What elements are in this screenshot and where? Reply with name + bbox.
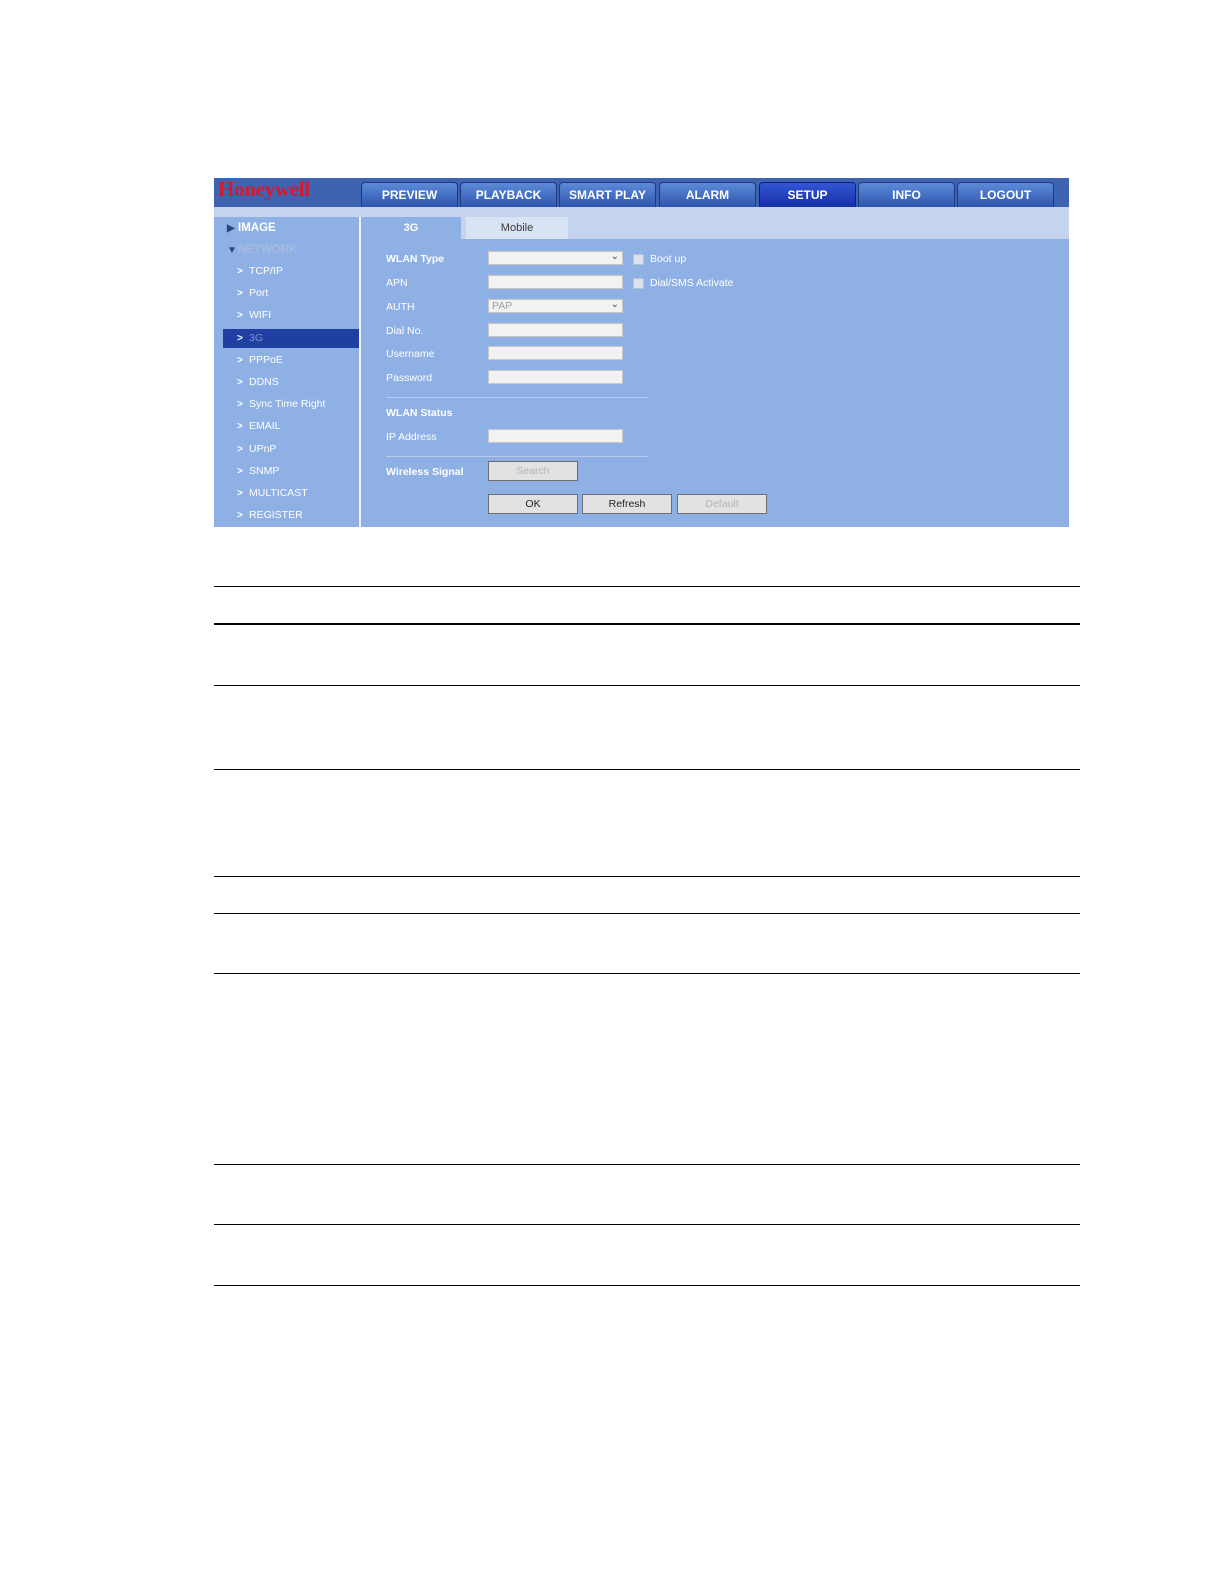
network-3g-settings-screenshot: Honeywell PREVIEW PLAYBACK SMART PLAY AL…: [214, 178, 1069, 527]
tab-logout[interactable]: LOGOUT: [957, 182, 1054, 207]
sidebar-section-label: NETWORK: [238, 244, 298, 256]
tab-smart-play[interactable]: SMART PLAY: [559, 182, 656, 207]
boot-up-checkbox[interactable]: [633, 254, 644, 265]
sidebar-item-label: WIFI: [249, 309, 272, 321]
sidebar-item-multicast[interactable]: > MULTICAST: [223, 484, 359, 503]
chevron-right-icon: >: [237, 266, 243, 277]
auth-select[interactable]: PAP ⌄: [488, 299, 623, 313]
wireless-signal-label: Wireless Signal: [386, 466, 464, 478]
dial-sms-activate-checkbox[interactable]: [633, 278, 644, 289]
chevron-right-icon: >: [237, 421, 243, 432]
table-rule: [214, 973, 1080, 974]
tab-preview[interactable]: PREVIEW: [361, 182, 458, 207]
auth-label: AUTH: [386, 301, 415, 313]
default-button[interactable]: Default: [677, 494, 767, 514]
triangle-right-icon: ▶: [227, 223, 235, 234]
sidebar-item-label: DDNS: [249, 376, 279, 388]
sidebar-section-image[interactable]: ▶ IMAGE: [227, 222, 276, 234]
sidebar-item-label: Port: [249, 287, 269, 299]
sidebar-item-tcpip[interactable]: > TCP/IP: [223, 262, 359, 281]
table-rule: [214, 1224, 1080, 1225]
subtab-3g[interactable]: 3G: [361, 217, 461, 239]
dial-no-input[interactable]: [488, 323, 623, 337]
sidebar-item-label: SNMP: [249, 465, 280, 477]
chevron-right-icon: >: [237, 466, 243, 477]
wlan-status-heading: WLAN Status: [386, 407, 453, 419]
dial-sms-activate-label: Dial/SMS Activate: [650, 277, 734, 289]
sidebar-item-snmp[interactable]: > SNMP: [223, 462, 359, 481]
chevron-right-icon: >: [237, 355, 243, 366]
ok-button[interactable]: OK: [488, 494, 578, 514]
tab-alarm[interactable]: ALARM: [659, 182, 756, 207]
sidebar-item-label: PPPoE: [249, 354, 283, 366]
ip-address-label: IP Address: [386, 431, 437, 443]
chevron-down-icon: ⌄: [610, 251, 619, 262]
ip-address-field: [488, 429, 623, 443]
subtab-mobile[interactable]: Mobile: [466, 217, 568, 239]
chevron-right-icon: >: [237, 399, 243, 410]
sidebar-item-label: Sync Time Right: [249, 398, 326, 410]
sidebar-section-network[interactable]: ▼NETWORK: [227, 244, 297, 256]
sidebar-item-sync-time-right[interactable]: > Sync Time Right: [223, 395, 359, 414]
triangle-down-icon: ▼: [227, 245, 237, 256]
chevron-right-icon: >: [237, 377, 243, 388]
sidebar-item-ddns[interactable]: > DDNS: [223, 373, 359, 392]
sidebar-item-pppoe[interactable]: > PPPoE: [223, 351, 359, 370]
section-divider: [386, 456, 648, 457]
tab-playback[interactable]: PLAYBACK: [460, 182, 557, 207]
sidebar-item-label: REGISTER: [249, 509, 303, 521]
sidebar-section-label: IMAGE: [238, 222, 276, 234]
sidebar-item-label: TCP/IP: [249, 265, 283, 277]
chevron-right-icon: >: [237, 288, 243, 299]
table-rule: [214, 913, 1080, 914]
wlan-type-label: WLAN Type: [386, 253, 445, 265]
subtab-bar: 3G Mobile: [361, 217, 1069, 239]
table-rule: [214, 876, 1080, 877]
setup-sidebar: ▶ IMAGE ▼NETWORK > TCP/IP > Port > WIFI >3G …: [223, 217, 360, 527]
sidebar-item-upnp[interactable]: > UPnP: [223, 440, 359, 459]
sidebar-item-label: UPnP: [249, 443, 277, 455]
password-input[interactable]: [488, 370, 623, 384]
sidebar-item-label: 3G: [249, 332, 264, 344]
section-divider: [386, 397, 648, 398]
sidebar-item-label: EMAIL: [249, 420, 281, 432]
chevron-right-icon: >: [237, 310, 243, 321]
table-rule: [214, 1164, 1080, 1165]
chevron-right-icon: >: [237, 510, 243, 521]
search-button[interactable]: Search: [488, 461, 578, 481]
apn-label: APN: [386, 277, 408, 289]
top-navigation-bar: Honeywell PREVIEW PLAYBACK SMART PLAY AL…: [214, 178, 1069, 207]
sidebar-item-label: MULTICAST: [249, 487, 308, 499]
chevron-right-icon: >: [237, 444, 243, 455]
sidebar-item-email[interactable]: > EMAIL: [223, 417, 359, 436]
header-strip: [214, 207, 1069, 217]
password-label: Password: [386, 372, 433, 384]
chevron-right-icon: >: [237, 488, 243, 499]
username-input[interactable]: [488, 346, 623, 360]
boot-up-label: Boot up: [650, 253, 687, 265]
settings-panel: 3G Mobile WLAN Type ⌄ Boot up APN Dial/S…: [361, 217, 1069, 527]
table-rule: [214, 685, 1080, 686]
dial-no-label: Dial No.: [386, 325, 424, 337]
sidebar-item-wifi[interactable]: > WIFI: [223, 306, 359, 325]
chevron-down-icon: ⌄: [610, 299, 619, 310]
apn-input[interactable]: [488, 275, 623, 289]
wlan-type-select[interactable]: ⌄: [488, 251, 623, 265]
table-rule: [214, 586, 1080, 587]
tab-info[interactable]: INFO: [858, 182, 955, 207]
sidebar-item-3g[interactable]: >3G: [223, 329, 359, 348]
honeywell-logo: Honeywell: [218, 178, 310, 201]
chevron-right-icon: >: [237, 333, 243, 344]
auth-value: PAP: [492, 300, 513, 312]
table-rule: [214, 1285, 1080, 1286]
sidebar-item-port[interactable]: > Port: [223, 284, 359, 303]
tab-setup[interactable]: SETUP: [759, 182, 856, 207]
table-header-rule: [214, 623, 1080, 625]
refresh-button[interactable]: Refresh: [582, 494, 672, 514]
table-rule: [214, 769, 1080, 770]
sidebar-item-register[interactable]: > REGISTER: [223, 506, 359, 525]
username-label: Username: [386, 348, 435, 360]
